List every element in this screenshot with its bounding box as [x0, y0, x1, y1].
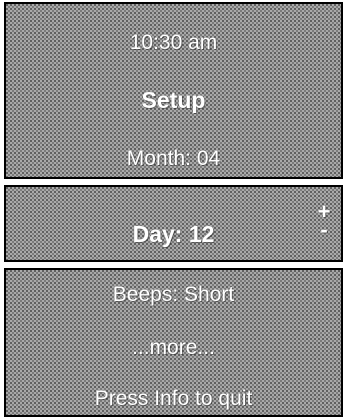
- setup-title: Setup: [141, 87, 206, 113]
- header-panel: 10:30 am Setup Month: 04: [4, 2, 343, 179]
- clock-time: 10:30 am: [129, 31, 218, 54]
- footer-panel: Beeps: Short ...more... Press Info to qu…: [4, 268, 343, 417]
- quit-hint: Press Info to quit: [94, 387, 253, 410]
- adjust-control[interactable]: + -: [313, 201, 335, 241]
- selected-item-panel[interactable]: Day: 12 + -: [4, 185, 343, 262]
- decrement-icon[interactable]: -: [313, 219, 335, 241]
- menu-item-month[interactable]: Month: 04: [6, 146, 341, 172]
- menu-item-more[interactable]: ...more...: [6, 335, 341, 361]
- menu-item-beeps[interactable]: Beeps: Short: [6, 282, 341, 308]
- menu-item-day-selected[interactable]: Day: 12: [6, 221, 341, 247]
